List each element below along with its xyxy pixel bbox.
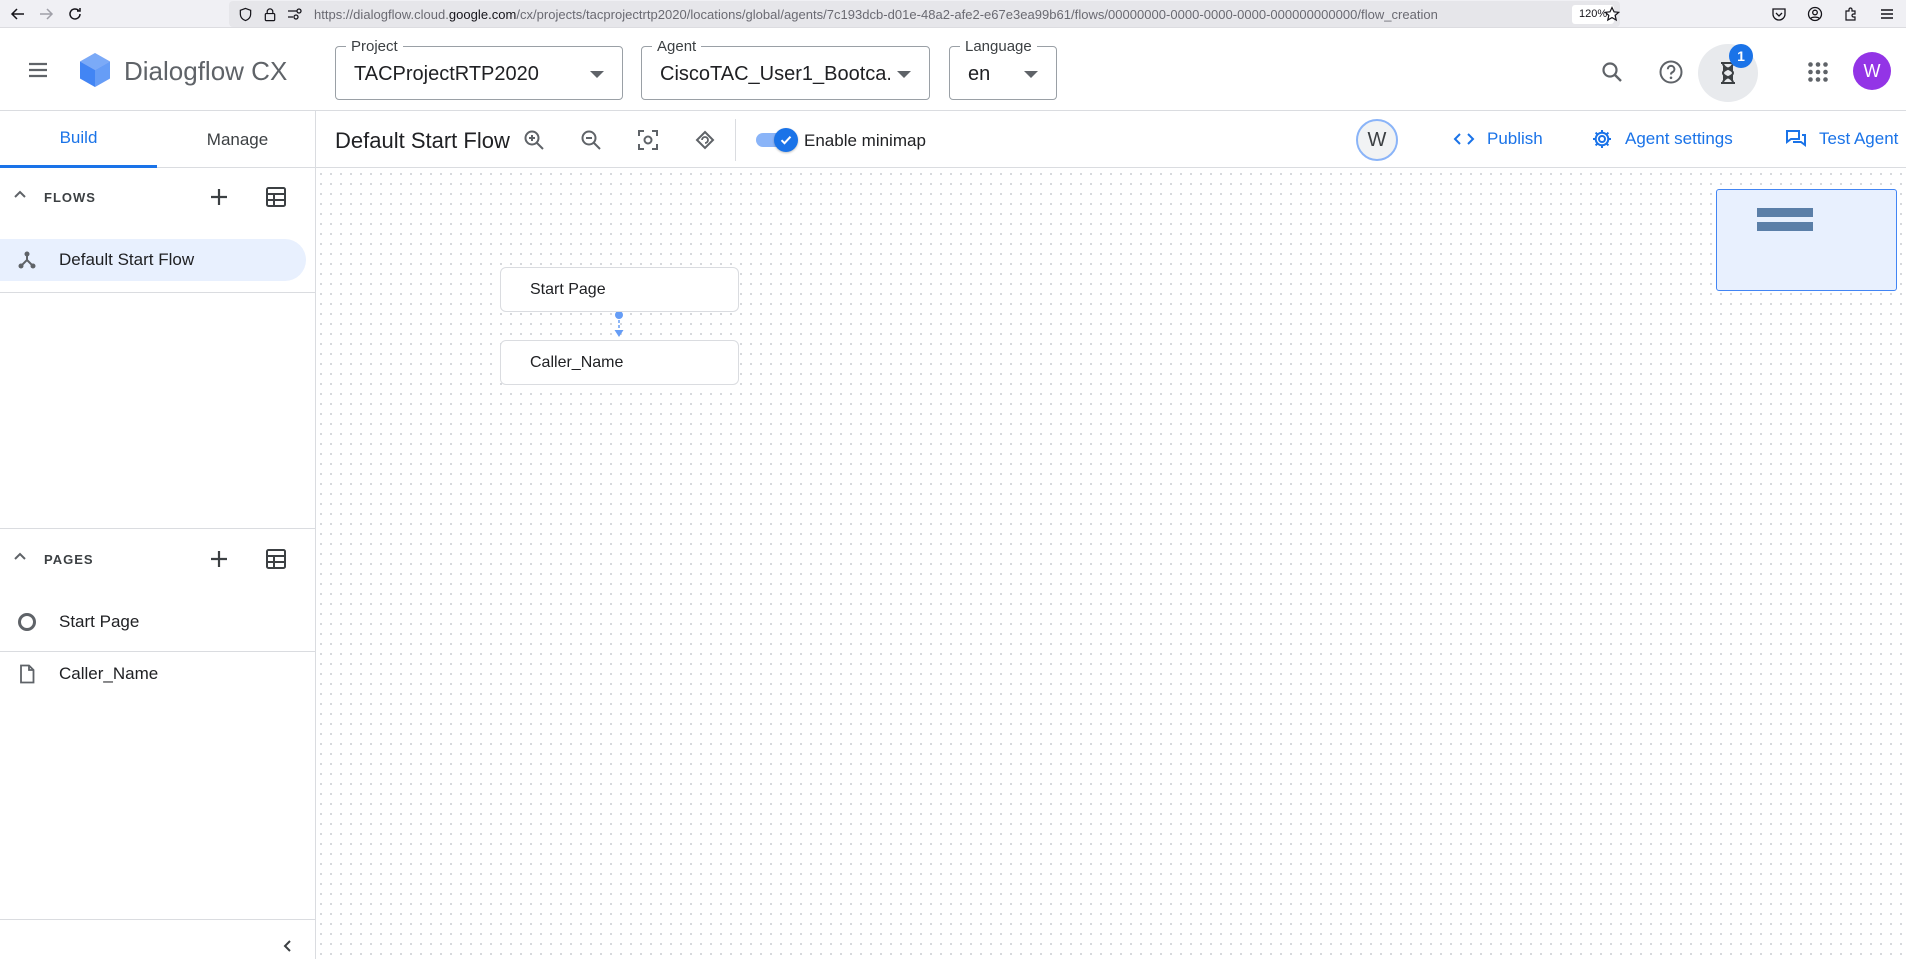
app-title: Dialogflow CX <box>124 56 288 86</box>
canvas-node-caller-name[interactable]: Caller_Name <box>500 340 739 385</box>
check-icon <box>780 136 792 145</box>
language-label: Language <box>960 38 1037 55</box>
flows-table-icon[interactable] <box>260 181 292 213</box>
minimap-node <box>1757 208 1813 217</box>
sidebar-item-default-start-flow[interactable]: Default Start Flow <box>0 239 306 281</box>
browser-menu-icon[interactable] <box>1877 4 1897 24</box>
fit-to-screen-icon[interactable] <box>631 123 665 157</box>
url-path: /cx/projects/tacprojectrtp2020/locations… <box>516 7 1438 22</box>
search-icon[interactable] <box>1592 52 1632 92</box>
minimap[interactable] <box>1716 189 1897 291</box>
pages-section-header: PAGES <box>0 531 316 587</box>
page-label: Caller_Name <box>59 664 159 683</box>
publish-label: Publish <box>1487 129 1543 148</box>
url-prefix: https://dialogflow.cloud. <box>314 7 449 22</box>
chevron-down-icon <box>590 71 604 78</box>
agent-select[interactable]: Agent CiscoTAC_User1_Bootca... <box>641 38 930 100</box>
project-label: Project <box>346 38 403 55</box>
agent-settings-label: Agent settings <box>1625 129 1733 148</box>
flows-section-header: FLOWS <box>0 169 316 225</box>
zoom-out-icon[interactable] <box>574 123 608 157</box>
user-avatar[interactable]: W <box>1853 52 1891 90</box>
browser-toolbar: https://dialogflow.cloud.google.com/cx/p… <box>0 0 1906 28</box>
forward-icon[interactable] <box>36 4 56 24</box>
canvas-node-start-page[interactable]: Start Page <box>500 267 739 312</box>
publish-button[interactable]: Publish <box>1453 126 1543 152</box>
flow-label: Default Start Flow <box>59 250 195 269</box>
url-host: google.com <box>448 7 517 22</box>
lock-icon[interactable] <box>260 4 280 24</box>
apps-grid-icon[interactable] <box>1798 52 1838 92</box>
chat-icon <box>1786 130 1806 147</box>
tab-manage[interactable]: Manage <box>159 111 316 168</box>
sidebar-item-start-page[interactable]: Start Page <box>0 601 306 643</box>
help-icon[interactable] <box>1651 52 1691 92</box>
sidebar-tabs: Build Manage <box>0 111 316 168</box>
permissions-icon[interactable] <box>285 4 305 24</box>
node-label: Caller_Name <box>530 354 624 371</box>
reload-icon[interactable] <box>65 4 85 24</box>
agent-settings-button[interactable]: Agent settings <box>1591 126 1733 152</box>
app-header: Dialogflow CX Project TACProjectRTP2020 … <box>0 28 1906 111</box>
chevron-up-icon[interactable] <box>12 549 28 570</box>
pages-table-icon[interactable] <box>260 543 292 575</box>
test-agent-label: Test Agent <box>1819 129 1899 148</box>
project-value: TACProjectRTP2020 <box>354 63 539 85</box>
divider <box>0 651 316 652</box>
divider <box>0 292 316 293</box>
add-page-icon[interactable] <box>203 543 235 575</box>
page-label: Start Page <box>59 612 140 631</box>
bookmark-star-icon[interactable] <box>1602 4 1622 24</box>
chevron-down-icon <box>897 71 911 78</box>
account-icon[interactable] <box>1805 4 1825 24</box>
flow-icon <box>17 250 37 270</box>
code-icon <box>1453 133 1475 145</box>
page-document-icon <box>17 664 37 684</box>
minimap-node <box>1757 222 1813 231</box>
divider <box>0 919 316 920</box>
back-icon[interactable] <box>8 4 28 24</box>
main-menu-icon[interactable] <box>20 52 56 88</box>
test-agent-button[interactable]: Test Agent <box>1785 126 1898 152</box>
collapse-sidebar-icon[interactable] <box>276 934 300 958</box>
notification-count-badge: 1 <box>1729 44 1753 68</box>
pages-section-title: PAGES <box>44 552 94 567</box>
agent-value: CiscoTAC_User1_Bootca... <box>660 63 890 85</box>
agent-label: Agent <box>652 38 702 55</box>
address-bar[interactable]: https://dialogflow.cloud.google.com/cx/p… <box>229 1 1620 27</box>
gear-icon <box>1593 130 1611 148</box>
start-page-icon <box>17 612 37 632</box>
minimap-toggle-label: Enable minimap <box>804 131 926 150</box>
collaborator-avatar[interactable]: W <box>1356 119 1398 161</box>
toggle-knob <box>774 128 798 152</box>
dialogflow-logo-icon <box>78 52 112 88</box>
language-value: en <box>968 63 991 85</box>
chevron-down-icon <box>1024 71 1038 78</box>
extensions-icon[interactable] <box>1841 4 1861 24</box>
reset-layout-icon[interactable] <box>688 123 722 157</box>
project-select[interactable]: Project TACProjectRTP2020 <box>335 38 623 100</box>
url-text: https://dialogflow.cloud.google.com/cx/p… <box>314 7 1438 22</box>
canvas-toolbar: Default Start Flow Enable minimap W Publ… <box>316 111 1906 168</box>
sidebar: Build Manage FLOWS Default Start Flow PA… <box>0 111 316 959</box>
add-flow-icon[interactable] <box>203 181 235 213</box>
language-select[interactable]: Language en <box>949 38 1057 100</box>
zoom-in-icon[interactable] <box>517 123 551 157</box>
divider <box>0 528 316 529</box>
flow-title: Default Start Flow <box>335 128 510 153</box>
pocket-icon[interactable] <box>1769 4 1789 24</box>
minimap-toggle[interactable] <box>756 128 798 152</box>
chevron-up-icon[interactable] <box>12 187 28 208</box>
flows-section-title: FLOWS <box>44 190 96 205</box>
toolbar-divider <box>735 119 736 161</box>
flow-canvas[interactable]: Start Page Caller_Name <box>316 169 1906 959</box>
node-label: Start Page <box>530 281 606 298</box>
sidebar-item-caller-name[interactable]: Caller_Name <box>0 653 306 695</box>
tab-build[interactable]: Build <box>0 111 157 168</box>
shield-icon[interactable] <box>235 4 255 24</box>
